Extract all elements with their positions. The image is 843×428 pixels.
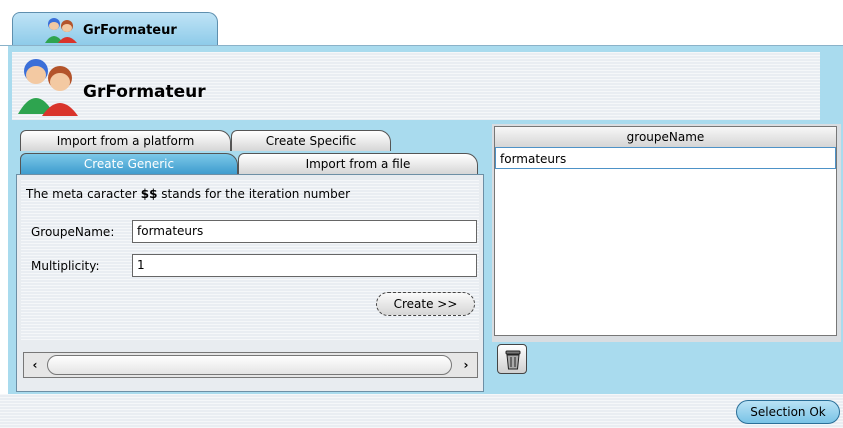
scroll-left-icon[interactable]: ‹	[24, 353, 46, 377]
tab-import-from-platform[interactable]: Import from a platform	[20, 130, 231, 151]
tab-label: Create Specific	[265, 134, 357, 148]
tab-label: Import from a file	[305, 157, 411, 171]
window-tab-label: GrFormateur	[83, 23, 177, 38]
tab-import-from-file[interactable]: Import from a file	[238, 153, 478, 174]
users-icon	[45, 18, 77, 43]
meta-token: $$	[140, 187, 158, 201]
groupe-name-label: GroupeName:	[31, 225, 115, 239]
tab-create-specific[interactable]: Create Specific	[231, 130, 391, 151]
tab-label: Import from a platform	[56, 134, 195, 148]
delete-button[interactable]	[497, 344, 527, 374]
page-title: GrFormateur	[83, 82, 206, 102]
selection-ok-button[interactable]: Selection Ok	[736, 400, 840, 424]
window-tab[interactable]: GrFormateur	[12, 12, 218, 45]
scroll-right-icon[interactable]: ›	[455, 353, 477, 377]
groupe-table[interactable]: groupeName formateurs	[494, 126, 837, 336]
bottom-bar	[0, 394, 843, 428]
scrollbar-thumb[interactable]	[47, 355, 452, 375]
tab-create-generic[interactable]: Create Generic	[20, 153, 238, 174]
table-row[interactable]: formateurs	[495, 147, 836, 169]
meta-text-prefix: The meta caracter	[26, 187, 141, 201]
meta-description: The meta caracter $$ stands for the iter…	[26, 187, 350, 201]
column-header-groupename[interactable]: groupeName	[495, 127, 836, 148]
trash-icon	[505, 350, 521, 370]
tab-label: Create Generic	[83, 157, 175, 171]
users-icon	[18, 59, 78, 116]
multiplicity-label: Multiplicity:	[31, 259, 100, 273]
horizontal-scrollbar[interactable]: ‹ ›	[23, 352, 478, 378]
multiplicity-field[interactable]: 1	[132, 254, 477, 277]
groupe-name-field[interactable]: formateurs	[132, 220, 477, 243]
meta-text-suffix: stands for the iteration number	[157, 187, 351, 201]
create-button[interactable]: Create >>	[376, 292, 475, 316]
